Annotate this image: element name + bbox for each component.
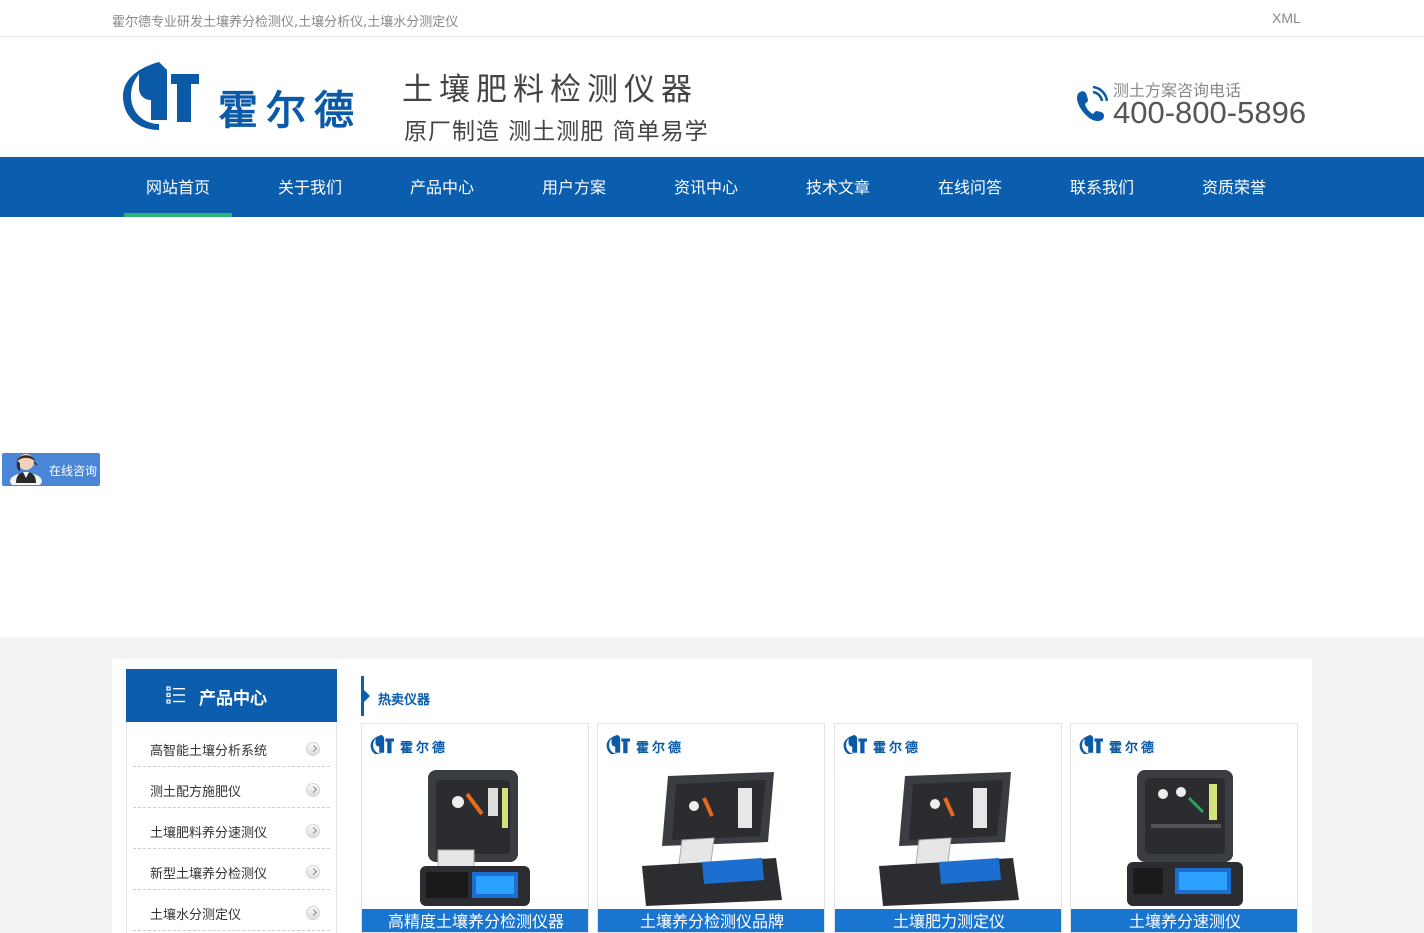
nav-item-honors[interactable]: 资质荣誉 (1180, 157, 1312, 217)
logo-icon[interactable] (121, 60, 199, 130)
product-card[interactable]: 霍尔德 高精度土壤养分检测仪器 (361, 723, 589, 933)
phone-number: 400-800-5896 (1113, 95, 1307, 130)
brand-logo-icon (606, 734, 630, 756)
product-card[interactable]: 霍尔德 土壤肥力测定仪 (834, 723, 1062, 933)
chevron-right-icon (306, 865, 320, 879)
online-consult-button[interactable]: 在线咨询 (2, 453, 100, 486)
main-nav: 网站首页 关于我们 产品中心 用户方案 资讯中心 技术文章 在线问答 联系我们 … (0, 157, 1424, 217)
sidebar-header: 产品中心 (126, 669, 337, 722)
list-icon (166, 686, 185, 704)
nav-item-contact[interactable]: 联系我们 (1048, 157, 1180, 217)
header: 霍尔德 土壤肥料检测仪器 原厂制造 测土测肥 简单易学 测土方案咨询电话 400… (0, 38, 1424, 157)
instrument-case-image (835, 754, 1061, 909)
instrument-case-image (362, 754, 588, 909)
chevron-right-icon (306, 783, 320, 797)
header-subtitle: 原厂制造 测土测肥 简单易学 (404, 119, 709, 145)
product-card[interactable]: 霍尔德 土壤养分检测仪品牌 (597, 723, 825, 933)
service-agent-icon (10, 454, 42, 485)
brand-logo-icon (1079, 734, 1103, 756)
product-caption: 土壤养分检测仪品牌 (598, 909, 824, 932)
phone-icon (1077, 86, 1108, 122)
sidebar-item-smart-soil-system[interactable]: 高智能土壤分析系统 (133, 726, 330, 767)
brand-logo-icon (370, 734, 394, 756)
hot-products-grid: 霍尔德 高精度土壤养分检测仪器 霍尔德 土壤养分检测仪品牌 霍尔德 土壤肥力测定… (361, 723, 1301, 933)
product-caption: 土壤肥力测定仪 (835, 909, 1061, 932)
nav-item-articles[interactable]: 技术文章 (784, 157, 916, 217)
header-title: 土壤肥料检测仪器 (402, 72, 698, 108)
product-caption: 土壤养分速测仪 (1071, 909, 1297, 932)
product-caption: 高精度土壤养分检测仪器 (362, 909, 588, 932)
nav-item-qa[interactable]: 在线问答 (916, 157, 1048, 217)
logo-text: 霍尔德 (218, 87, 362, 134)
banner-area (0, 217, 1424, 637)
sidebar-item-label: 土壤肥料养分速测仪 (150, 826, 268, 841)
chevron-right-icon (306, 906, 320, 920)
instrument-case-image (598, 754, 824, 909)
chevron-right-icon (306, 824, 320, 838)
nav-item-solutions[interactable]: 用户方案 (520, 157, 652, 217)
nav-item-about[interactable]: 关于我们 (256, 157, 388, 217)
top-bar: 霍尔德专业研发土壤养分检测仪,土壤分析仪,土壤水分测定仪 XML (0, 0, 1424, 37)
hot-products-title: 热卖仪器 (378, 693, 431, 708)
sidebar-item-label: 新型土壤养分检测仪 (150, 867, 268, 882)
sidebar-item-label: 土壤水分测定仪 (150, 908, 242, 923)
sidebar-title: 产品中心 (199, 689, 267, 709)
content-panel: 产品中心 高智能土壤分析系统 测土配方施肥仪 土壤肥料养分速测仪 新型土壤养分检… (112, 659, 1312, 933)
brand-logo-icon (843, 734, 867, 756)
sidebar-item-moisture-meter[interactable]: 土壤水分测定仪 (133, 890, 330, 931)
chevron-right-icon (306, 742, 320, 756)
sidebar-item-label: 高智能土壤分析系统 (150, 744, 268, 759)
section-marker-arrow (364, 690, 370, 702)
xml-link[interactable]: XML (1272, 10, 1301, 26)
site-slogan: 霍尔德专业研发土壤养分检测仪,土壤分析仪,土壤水分测定仪 (112, 15, 459, 30)
nav-item-news[interactable]: 资讯中心 (652, 157, 784, 217)
instrument-case-image (1071, 754, 1297, 909)
hot-products-header: 热卖仪器 (361, 676, 1301, 716)
nav-item-products[interactable]: 产品中心 (388, 157, 520, 217)
online-consult-label: 在线咨询 (49, 464, 98, 478)
sidebar-item-fertilizer-instrument[interactable]: 测土配方施肥仪 (133, 767, 330, 808)
sidebar-item-label: 测土配方施肥仪 (150, 785, 242, 800)
product-category-sidebar: 产品中心 高智能土壤分析系统 测土配方施肥仪 土壤肥料养分速测仪 新型土壤养分检… (126, 669, 337, 933)
sidebar-item-new-nutrient-tester[interactable]: 新型土壤养分检测仪 (133, 849, 330, 890)
sidebar-item-nutrient-rapid-tester[interactable]: 土壤肥料养分速测仪 (133, 808, 330, 849)
product-card[interactable]: 霍尔德 土壤养分速测仪 (1070, 723, 1298, 933)
nav-item-home[interactable]: 网站首页 (124, 157, 256, 217)
